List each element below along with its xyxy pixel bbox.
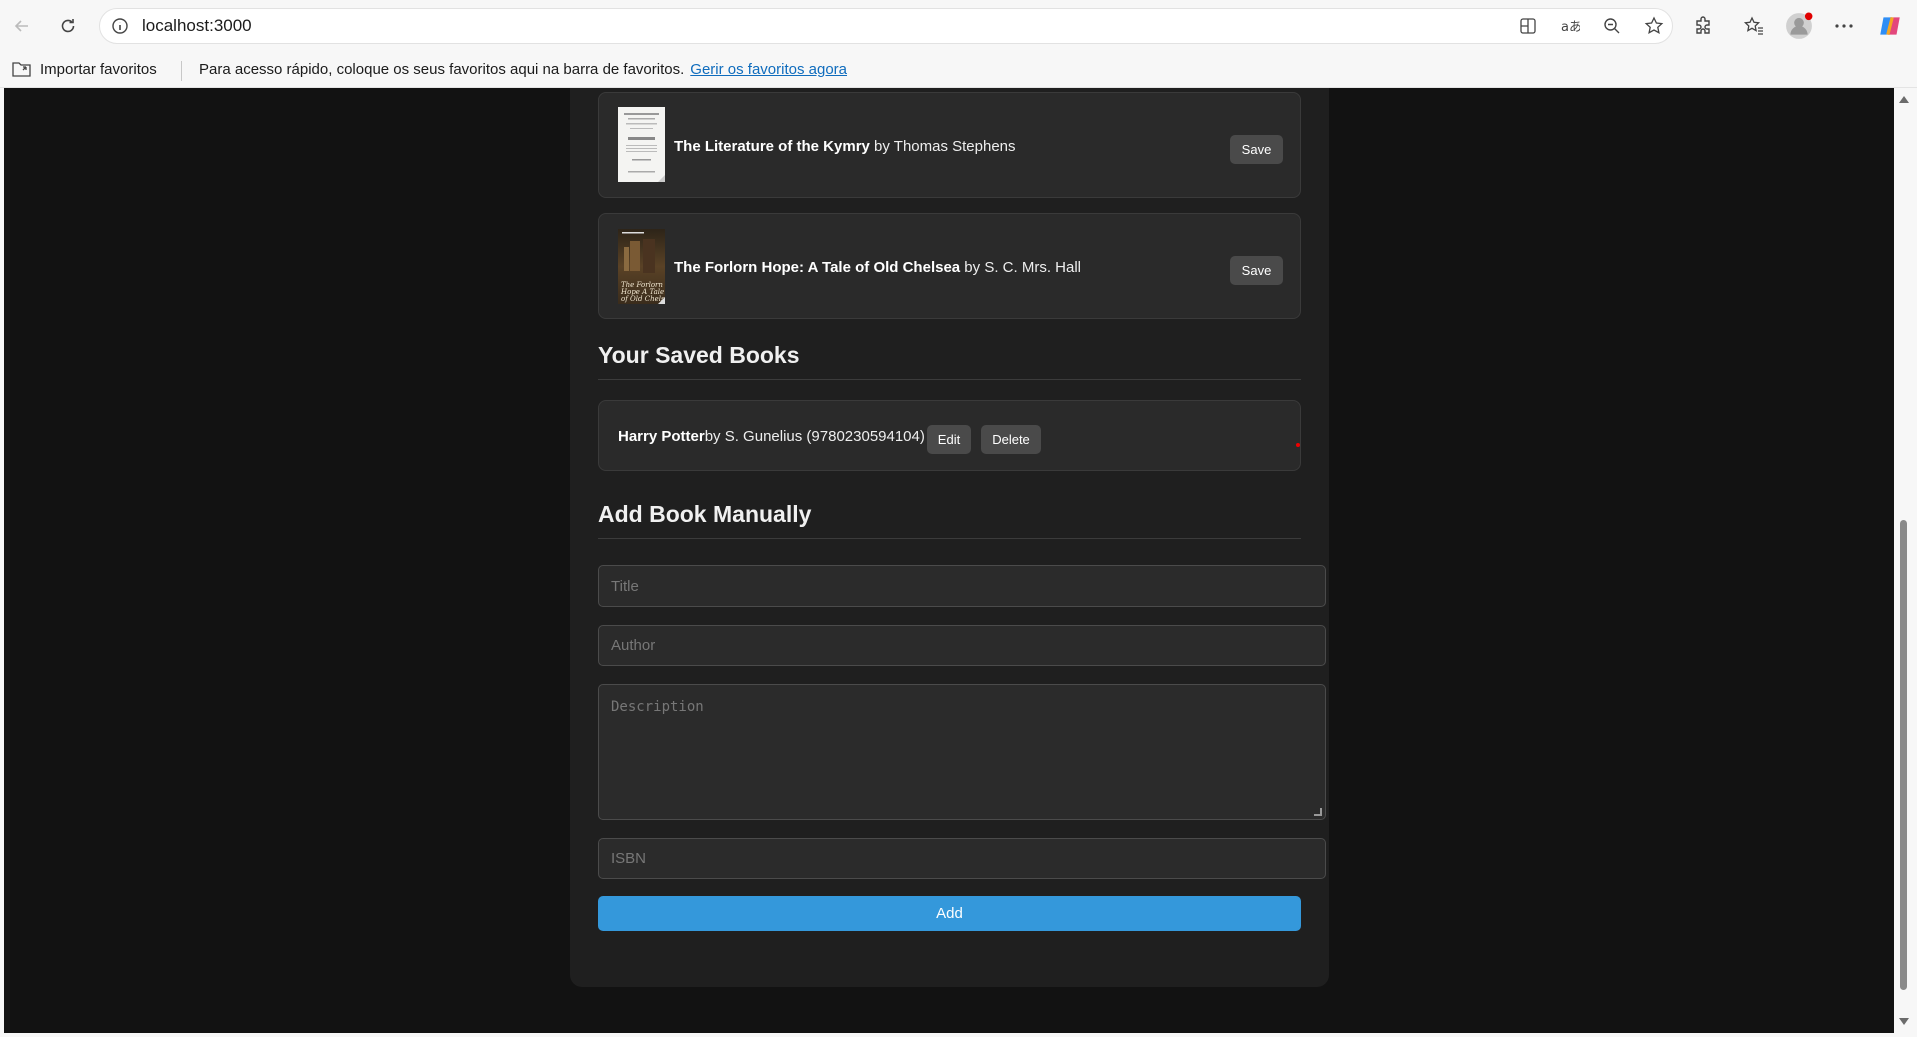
browser-toolbar: localhost:3000 aあ: [0, 0, 1917, 52]
scrollbar-thumb[interactable]: [1900, 520, 1907, 990]
scroll-up-arrow[interactable]: [1899, 96, 1909, 103]
add-book-divider: [598, 538, 1301, 539]
description-textarea[interactable]: Description: [598, 684, 1326, 820]
book-cover-thumbnail: [618, 107, 665, 182]
add-button[interactable]: Add: [598, 896, 1301, 931]
resize-handle[interactable]: [1314, 808, 1322, 816]
favorite-star-icon[interactable]: [1644, 16, 1664, 36]
isbn-input[interactable]: ISBN: [598, 838, 1326, 879]
add-book-heading: Add Book Manually: [598, 501, 812, 527]
info-icon[interactable]: [110, 16, 130, 36]
saved-books-divider: [598, 379, 1301, 380]
import-favorites-label: Importar favoritos: [40, 60, 157, 78]
address-bar[interactable]: localhost:3000 aあ: [99, 8, 1673, 44]
favorites-message: Para acesso rápido, coloque os seus favo…: [199, 61, 847, 78]
book-author-prefix: by: [960, 259, 985, 276]
book-result-card: The Forlorn Hope A Tale of Old Chelsea T…: [598, 213, 1301, 319]
url-text[interactable]: localhost:3000: [142, 16, 252, 36]
book-author-prefix: by: [869, 138, 894, 155]
book-title: The Forlorn Hope: A Tale of Old Chelsea: [674, 259, 961, 276]
book-author: Thomas Stephens: [893, 138, 1016, 155]
book-result-card: The Literature of the Kymry by Thomas St…: [598, 92, 1301, 198]
favorites-list-icon: [1743, 16, 1763, 35]
reload-button[interactable]: [50, 8, 86, 44]
import-folder-icon: [12, 62, 31, 77]
saved-book-text: Harry Potterby S. Gunelius (978023059410…: [618, 428, 925, 445]
settings-menu-button[interactable]: [1826, 8, 1862, 44]
book-result-text: The Forlorn Hope: A Tale of Old Chelsea …: [674, 259, 1081, 276]
svg-text:aあ: aあ: [1561, 20, 1580, 35]
page-viewport: The Literature of the Kymry by Thomas St…: [4, 88, 1894, 1033]
delete-button[interactable]: Delete: [981, 425, 1041, 454]
save-button[interactable]: Save: [1230, 256, 1283, 285]
favorites-bar: Importar favoritos Para acesso rápido, c…: [0, 52, 1917, 88]
page-scrollbar[interactable]: [1894, 88, 1913, 1033]
main-panel: The Literature of the Kymry by Thomas St…: [570, 88, 1329, 987]
saved-book-card: Harry Potterby S. Gunelius (978023059410…: [598, 400, 1301, 471]
scroll-down-arrow[interactable]: [1899, 1018, 1909, 1025]
more-dots-icon: [1835, 24, 1853, 28]
app-available-icon[interactable]: [1518, 16, 1538, 36]
book-title: The Literature of the Kymry: [674, 138, 870, 155]
address-bar-actions: aあ: [1518, 9, 1664, 43]
profile-button[interactable]: [1781, 8, 1817, 44]
author-input[interactable]: Author: [598, 625, 1326, 666]
book-cover-thumbnail: The Forlorn Hope A Tale of Old Chelsea: [618, 229, 665, 304]
avatar-icon: [1786, 12, 1813, 39]
description-placeholder: Description: [611, 699, 704, 715]
cursor-marker: [1296, 443, 1300, 447]
copilot-button[interactable]: [1872, 8, 1908, 44]
arrow-left-icon: [14, 20, 28, 32]
svg-text:of Old Chelsea: of Old Chelsea: [621, 295, 665, 303]
edit-button[interactable]: Edit: [927, 425, 971, 454]
book-result-text: The Literature of the Kymry by Thomas St…: [674, 138, 1016, 155]
puzzle-icon: [1696, 16, 1710, 34]
favorites-button[interactable]: [1736, 8, 1772, 44]
zoom-out-icon[interactable]: [1602, 16, 1622, 36]
saved-book-details: by S. Gunelius (9780230594104): [704, 428, 925, 445]
title-input[interactable]: Title: [598, 565, 1326, 607]
extensions-button[interactable]: [1686, 8, 1722, 44]
read-aloud-icon[interactable]: aあ: [1560, 16, 1580, 36]
manage-favorites-link[interactable]: Gerir os favoritos agora: [690, 61, 847, 78]
favorites-divider: [181, 61, 182, 81]
import-favorites-button[interactable]: Importar favoritos: [12, 60, 157, 78]
saved-book-title: Harry Potter: [618, 428, 705, 445]
back-button[interactable]: [4, 8, 40, 44]
save-button[interactable]: Save: [1230, 135, 1283, 164]
saved-books-heading: Your Saved Books: [598, 342, 800, 368]
reload-icon: [61, 19, 75, 33]
book-author: S. C. Mrs. Hall: [984, 259, 1082, 276]
favorites-message-text: Para acesso rápido, coloque os seus favo…: [199, 61, 685, 78]
copilot-icon: [1880, 16, 1900, 36]
